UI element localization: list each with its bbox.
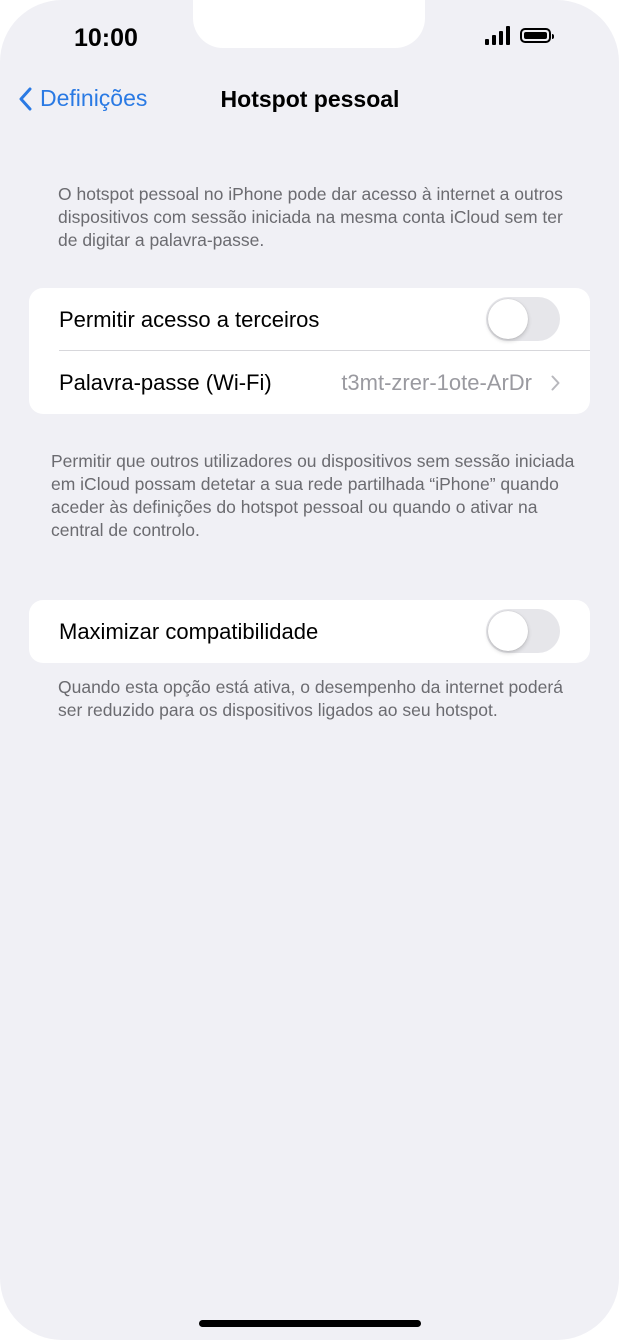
toggle-knob — [488, 611, 528, 651]
phone-screen: 10:00 Definições Hotspot pessoal O hotsp… — [0, 0, 619, 1340]
compatibility-group: Maximizar compatibilidade — [29, 600, 590, 663]
allow-others-row: Permitir acesso a terceiros — [29, 288, 590, 351]
page-title: Hotspot pessoal — [220, 86, 400, 112]
intro-description: O hotspot pessoal no iPhone pode dar ace… — [58, 184, 563, 250]
allow-others-footer: Permitir que outros utilizadores ou disp… — [51, 451, 575, 540]
allow-others-label: Permitir acesso a terceiros — [59, 306, 320, 332]
chevron-right-icon — [551, 375, 560, 391]
home-indicator[interactable] — [199, 1320, 421, 1327]
wifi-password-label: Palavra-passe (Wi-Fi) — [59, 369, 272, 395]
hotspot-settings-group: Permitir acesso a terceiros Palavra-pass… — [29, 288, 590, 414]
status-icons — [485, 26, 554, 45]
wifi-password-value: t3mt-zrer-1ote-ArDr — [341, 369, 532, 395]
allow-others-toggle[interactable] — [486, 297, 560, 341]
compatibility-footer: Quando esta opção está ativa, o desempen… — [58, 677, 563, 720]
cellular-signal-icon — [485, 26, 510, 45]
notch — [193, 0, 425, 48]
maximize-compatibility-row: Maximizar compatibilidade — [29, 600, 590, 663]
status-time: 10:00 — [74, 24, 138, 52]
battery-icon — [520, 28, 554, 43]
wifi-password-row[interactable]: Palavra-passe (Wi-Fi) t3mt-zrer-1ote-ArD… — [29, 351, 590, 414]
maximize-compatibility-toggle[interactable] — [486, 609, 560, 653]
toggle-knob — [488, 299, 528, 339]
maximize-compatibility-label: Maximizar compatibilidade — [59, 618, 319, 644]
